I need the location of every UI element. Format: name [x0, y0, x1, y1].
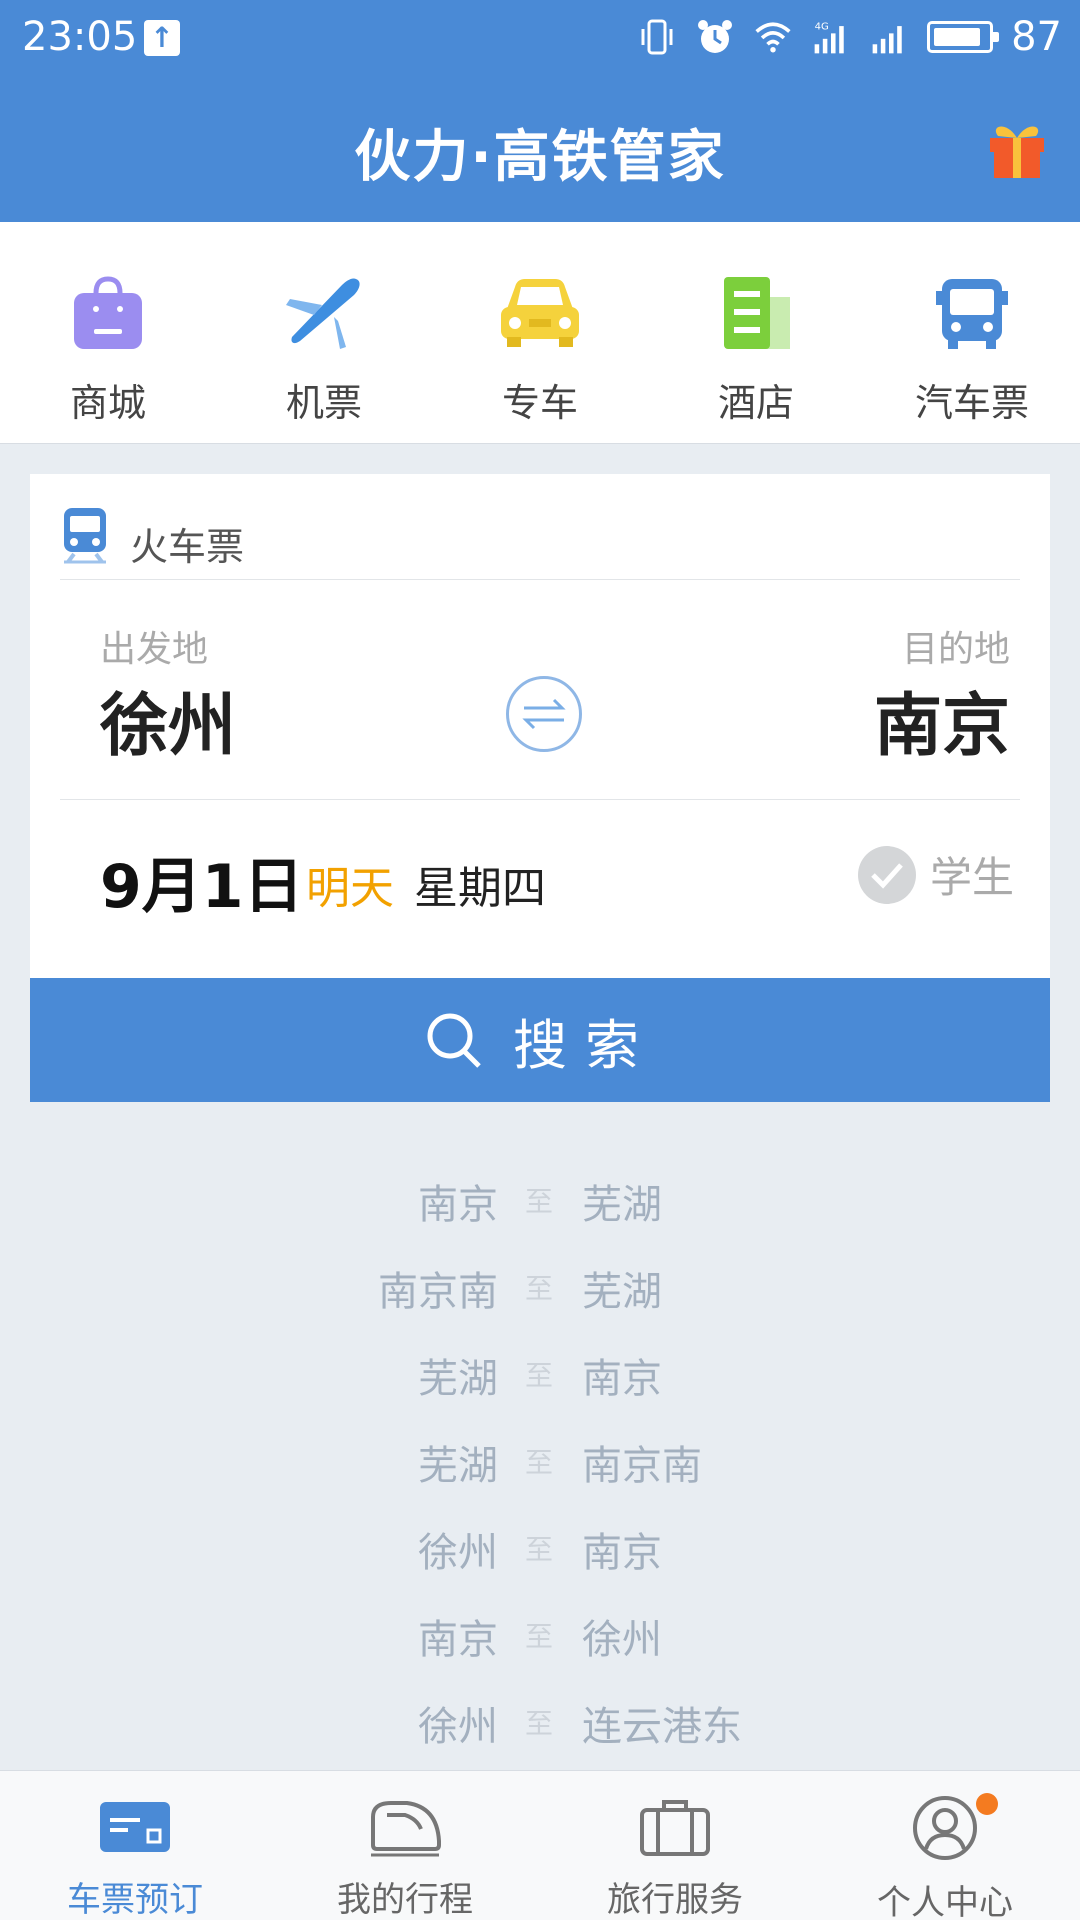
- alarm-icon: [695, 17, 735, 57]
- hotel-icon: [711, 268, 801, 358]
- ticket-card-icon: [95, 1793, 175, 1860]
- history-from: 芜湖: [418, 1356, 498, 1402]
- to-label: 目的地: [901, 629, 1010, 670]
- status-icons: 4G 87: [637, 12, 1062, 62]
- nav-label: 车票预订: [67, 1880, 203, 1920]
- search-history: 南京 至 芜湖 南京南 至 芜湖 芜湖 至 南京 芜湖 至 南京南 徐州 至 南…: [0, 1152, 1080, 1761]
- svg-text:4G: 4G: [815, 22, 829, 33]
- history-from: 徐州: [418, 1530, 498, 1576]
- card-title: 火车票: [130, 525, 245, 569]
- signal-icon: [869, 17, 909, 57]
- service-label: 商城: [69, 381, 146, 425]
- route-selector: 出发地 徐州 目的地 南京: [60, 580, 1020, 800]
- service-car[interactable]: 专车: [432, 222, 648, 444]
- status-bar: 23:05 ↑ 4G 87: [0, 0, 1080, 78]
- history-to: 芜湖: [582, 1182, 662, 1228]
- history-separator: 至: [525, 1533, 554, 1566]
- service-shop[interactable]: 商城: [0, 222, 216, 444]
- history-item[interactable]: 徐州 至 连云港东: [0, 1674, 1080, 1761]
- battery-icon: [927, 21, 1000, 53]
- service-hotel[interactable]: 酒店: [648, 222, 864, 444]
- nav-profile[interactable]: 个人中心: [810, 1771, 1080, 1920]
- from-city[interactable]: 徐州: [100, 670, 236, 769]
- nav-travel-services[interactable]: 旅行服务: [540, 1771, 810, 1920]
- history-separator: 至: [525, 1185, 554, 1218]
- to-city[interactable]: 南京: [874, 670, 1010, 769]
- train-icon: [365, 1793, 445, 1860]
- history-separator: 至: [525, 1620, 554, 1653]
- history-to: 徐州: [582, 1617, 662, 1663]
- history-item[interactable]: 南京 至 徐州: [0, 1587, 1080, 1674]
- search-button[interactable]: 搜索: [30, 978, 1050, 1102]
- history-item[interactable]: 徐州 至 南京: [0, 1500, 1080, 1587]
- nav-my-trips[interactable]: 我的行程: [270, 1771, 540, 1920]
- history-item[interactable]: 南京南 至 芜湖: [0, 1239, 1080, 1326]
- bus-icon: [927, 268, 1017, 358]
- 4g-signal-icon: 4G: [811, 17, 851, 57]
- service-bus[interactable]: 汽车票: [864, 222, 1080, 444]
- app-title: 伙力·高铁管家: [354, 125, 726, 190]
- service-label: 酒店: [717, 381, 794, 425]
- bottom-nav: 车票预订 我的行程 旅行服务 个人中心: [0, 1770, 1080, 1920]
- top-bar: 23:05 ↑ 4G 87 伙力·高铁管家: [0, 0, 1080, 222]
- relative-day: 明天: [306, 863, 394, 914]
- notification-dot: [976, 1793, 998, 1815]
- history-separator: 至: [525, 1272, 554, 1305]
- card-header: 火车票: [60, 494, 1020, 580]
- battery-percent: 87: [1011, 14, 1062, 60]
- travel-date[interactable]: 9月1日: [100, 838, 304, 925]
- service-label: 专车: [501, 381, 578, 425]
- search-label: 搜索: [513, 1013, 657, 1077]
- history-separator: 至: [525, 1707, 554, 1740]
- wifi-icon: [753, 17, 793, 57]
- history-to: 南京南: [582, 1443, 702, 1489]
- history-item[interactable]: 芜湖 至 南京南: [0, 1413, 1080, 1500]
- history-to: 南京: [582, 1530, 662, 1576]
- vibrate-icon: [637, 17, 677, 57]
- search-icon: [427, 1013, 481, 1068]
- history-from: 芜湖: [418, 1443, 498, 1489]
- history-item[interactable]: 南京 至 芜湖: [0, 1152, 1080, 1239]
- history-from: 徐州: [418, 1704, 498, 1750]
- nav-ticket-booking[interactable]: 车票预订: [0, 1771, 270, 1920]
- history-from: 南京: [418, 1182, 498, 1228]
- check-icon: [857, 845, 916, 904]
- date-selector[interactable]: 9月1日 明天 星期四 学生: [60, 800, 1020, 952]
- service-flight[interactable]: 机票: [216, 222, 432, 444]
- shopping-bag-icon: [63, 268, 153, 358]
- history-separator: 至: [525, 1359, 554, 1392]
- history-to: 南京: [582, 1356, 662, 1402]
- service-label: 汽车票: [914, 381, 1029, 425]
- weekday: 星期四: [414, 863, 546, 914]
- swap-arrows-icon: [522, 698, 566, 730]
- nav-label: 个人中心: [877, 1883, 1013, 1920]
- services-row: 商城 机票 专车 酒店 汽车票: [0, 222, 1080, 444]
- airplane-icon: [279, 268, 369, 358]
- gift-icon[interactable]: [984, 114, 1050, 180]
- train-ticket-card: 火车票 出发地 徐州 目的地 南京 9月1日 明天 星期四 学生: [30, 474, 1050, 978]
- student-label: 学生: [929, 853, 1014, 902]
- history-item[interactable]: 芜湖 至 南京: [0, 1326, 1080, 1413]
- train-icon: [60, 506, 110, 566]
- briefcase-icon: [635, 1793, 715, 1860]
- status-time: 23:05: [22, 14, 138, 60]
- history-to: 芜湖: [582, 1269, 662, 1315]
- swap-button[interactable]: [506, 676, 582, 752]
- history-to: 连云港东: [582, 1704, 742, 1750]
- history-separator: 至: [525, 1446, 554, 1479]
- from-label: 出发地: [100, 629, 209, 670]
- student-toggle[interactable]: 学生: [857, 844, 1014, 905]
- upload-icon: ↑: [144, 20, 180, 56]
- nav-label: 我的行程: [337, 1880, 473, 1920]
- service-label: 机票: [285, 381, 362, 425]
- car-icon: [495, 268, 585, 358]
- user-icon: [905, 1793, 985, 1863]
- history-from: 南京南: [378, 1269, 498, 1315]
- history-from: 南京: [418, 1617, 498, 1663]
- nav-label: 旅行服务: [607, 1880, 743, 1920]
